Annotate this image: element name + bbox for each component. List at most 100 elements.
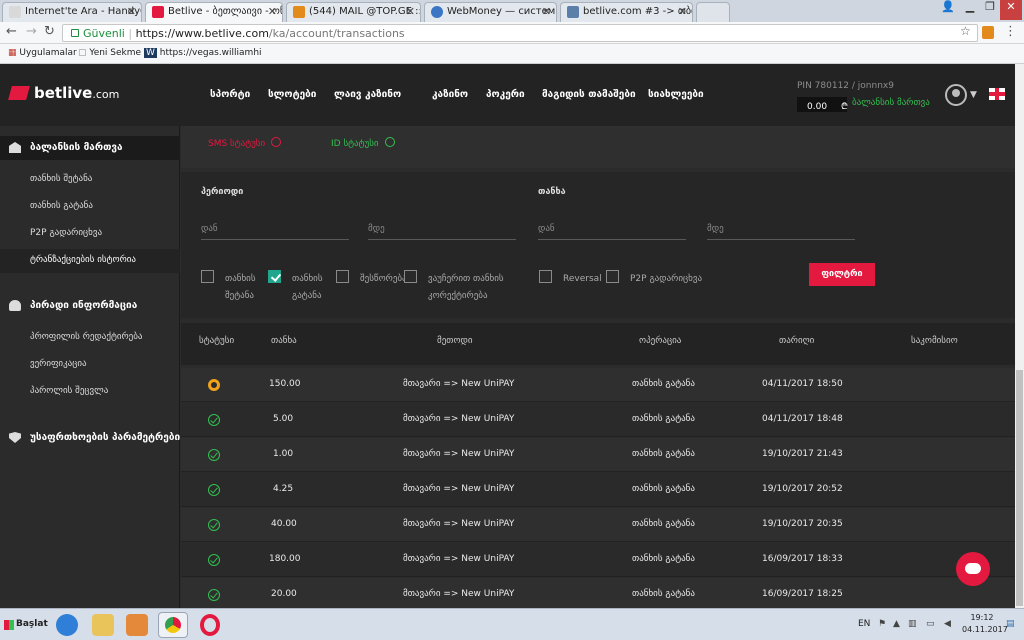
opera-icon[interactable]	[200, 614, 220, 636]
system-clock[interactable]: 19:12 04.11.2017	[962, 612, 1008, 636]
media-player-icon[interactable]	[126, 614, 148, 636]
table-row[interactable]: 40.00 მთავარი => New UniPAY თანხის გატან…	[181, 508, 1015, 542]
chat-bubble-icon[interactable]	[956, 552, 990, 586]
back-arrow-icon[interactable]: ←	[6, 24, 17, 39]
nav-poker[interactable]: პოკერი	[486, 89, 525, 100]
sidebar-item-verification[interactable]: ვერიფიკაცია	[0, 353, 180, 377]
logo-mark-icon	[8, 86, 30, 100]
checkbox-box[interactable]	[539, 270, 552, 283]
user-icon[interactable]: 👤	[936, 0, 960, 20]
currency-symbol: ₾	[841, 102, 848, 112]
cell-operation: თანხის გატანა	[632, 484, 695, 494]
close-tab-icon[interactable]: ✕	[127, 5, 136, 18]
browser-tab-handycafe[interactable]: Internet'te Ara - HandyCafe ✕	[2, 2, 142, 22]
chrome-icon	[165, 617, 181, 633]
sidebar-section-balance[interactable]: ბალანსის მართვა	[0, 136, 180, 160]
browser-tab-forum[interactable]: betlive.com #3 -> თბილის ✕	[560, 2, 693, 22]
sidebar-item-edit-profile[interactable]: პროფილის რედაქტირება	[0, 326, 180, 350]
georgia-flag-icon[interactable]	[989, 88, 1005, 100]
network-icon[interactable]: ▥	[908, 619, 917, 629]
url-input[interactable]: Güvenli | https://www.betlive.com/ka/acc…	[62, 24, 978, 42]
language-indicator[interactable]: EN	[858, 619, 870, 629]
cell-date: 19/10/2017 21:43	[762, 449, 843, 459]
bookmark-new-tab[interactable]: ▢ Yeni Sekme	[78, 48, 141, 58]
amount-to-input[interactable]: მდე	[707, 218, 855, 240]
filter-button[interactable]: ფილტრი	[809, 263, 875, 286]
table-row[interactable]: 180.00 მთავარი => New UniPAY თანხის გატა…	[181, 543, 1015, 577]
close-tab-icon[interactable]: ✕	[542, 5, 551, 18]
bookmark-apps[interactable]: ▦ Uygulamalar	[8, 48, 77, 58]
secure-label: Güvenli	[83, 27, 125, 40]
table-row[interactable]: 20.00 მთავარი => New UniPAY თანხის გატან…	[181, 578, 1015, 608]
close-tab-icon[interactable]: ✕	[678, 5, 687, 18]
volume-icon[interactable]: ◀	[944, 619, 951, 629]
sms-status: SMS სტატუსი	[208, 137, 282, 149]
bookmarks-bar: ▦ Uygulamalar ▢ Yeni Sekme W https://veg…	[0, 44, 1024, 64]
page-scrollbar[interactable]	[1015, 64, 1024, 608]
close-tab-icon[interactable]: ✕	[268, 5, 277, 18]
browser-tab-webmoney[interactable]: WebMoney — система рас ✕	[424, 2, 557, 22]
nav-live-casino[interactable]: ლაივ კაზინო	[334, 89, 401, 100]
menu-dots-icon[interactable]: ⋮	[1004, 24, 1017, 39]
battery-icon[interactable]: ▭	[926, 619, 935, 629]
success-check-icon	[208, 449, 220, 461]
cell-date: 19/10/2017 20:52	[762, 484, 843, 494]
extension-icon[interactable]	[982, 26, 994, 39]
bookmark-vegas[interactable]: W https://vegas.williamhi	[144, 48, 262, 58]
nav-sports[interactable]: სპორტი	[210, 89, 250, 100]
avatar-icon[interactable]	[945, 84, 967, 106]
sidebar-item-deposit[interactable]: თანხის შეტანა	[0, 168, 180, 192]
nav-slots[interactable]: სლოტები	[268, 89, 316, 100]
bookmark-star-icon[interactable]: ☆	[960, 24, 971, 38]
table-row[interactable]: 5.00 მთავარი => New UniPAY თანხის გატანა…	[181, 403, 1015, 437]
minimize-icon[interactable]: ▁	[960, 0, 980, 20]
nav-news[interactable]: სიახლეები	[648, 89, 704, 100]
chrome-taskbar-button[interactable]	[158, 612, 188, 638]
tray-flag-icon[interactable]: ⚑	[878, 619, 886, 629]
table-row[interactable]: 1.00 მთავარი => New UniPAY თანხის გატანა…	[181, 438, 1015, 472]
browser-tab-mail[interactable]: (544) MAIL @TOP.GE :: მ ✕	[286, 2, 421, 22]
cell-operation: თანხის გატანა	[632, 589, 695, 599]
balance-management-link[interactable]: ბალანსის მართვა	[852, 98, 930, 108]
clock-date: 04.11.2017	[962, 625, 1008, 634]
browser-tab-betlive[interactable]: Betlive - ბეთლაივი - ონლ ✕	[145, 2, 283, 22]
internet-explorer-icon[interactable]	[56, 614, 78, 636]
sidebar-item-p2p[interactable]: P2P გადარიცხვა	[0, 222, 180, 246]
sidebar-item-change-password[interactable]: პაროლის შეცვლა	[0, 380, 180, 404]
tray-arrow-icon[interactable]: ▲	[893, 619, 900, 629]
notification-icon[interactable]: ▤	[1006, 619, 1015, 629]
lock-icon	[71, 29, 79, 37]
scrollbar-thumb[interactable]	[1016, 370, 1023, 606]
checkbox-box[interactable]	[606, 270, 619, 283]
checkbox-checked[interactable]	[268, 270, 281, 283]
chevron-down-icon[interactable]: ▼	[970, 90, 977, 100]
checkbox-box[interactable]	[336, 270, 349, 283]
checkbox-box[interactable]	[201, 270, 214, 283]
restore-icon[interactable]: ❐	[980, 0, 1000, 20]
forward-arrow-icon[interactable]: →	[26, 24, 37, 39]
close-tab-icon[interactable]: ✕	[406, 5, 415, 18]
table-row[interactable]: 150.00 მთავარი => New UniPAY თანხის გატა…	[181, 368, 1015, 402]
sidebar-section-personal[interactable]: პირადი ინფორმაცია	[0, 294, 180, 318]
window-close-icon[interactable]: ✕	[1000, 0, 1022, 20]
period-to-input[interactable]: მდე	[368, 218, 516, 240]
file-explorer-icon[interactable]	[92, 614, 114, 636]
sidebar-section-security[interactable]: უსაფრთხოების პარამეტრები	[0, 426, 180, 450]
sidebar-item-transaction-history[interactable]: ტრანზაქციების ისტორია	[0, 249, 180, 273]
user-pin: PIN 780112 / jonnnx9	[797, 81, 894, 91]
pending-status-icon	[208, 379, 220, 391]
new-tab-button[interactable]	[696, 2, 730, 22]
nav-table-games[interactable]: მაგიდის თამაშები	[542, 89, 636, 100]
betlive-logo[interactable]: betlive.com	[8, 84, 119, 102]
windows-taskbar: Başlat EN ⚑ ▲ ▥ ▭ ◀ 19:12 04.11.2017 ▤	[0, 608, 1024, 640]
checkbox-box[interactable]	[404, 270, 417, 283]
nav-casino[interactable]: კაზინო	[432, 89, 468, 100]
reload-icon[interactable]: ↻	[44, 24, 55, 39]
cell-method: მთავარი => New UniPAY	[403, 554, 515, 564]
cell-amount: 5.00	[273, 414, 294, 424]
start-button[interactable]: Başlat	[2, 614, 48, 636]
period-from-input[interactable]: დან	[201, 218, 349, 240]
sidebar-item-withdraw[interactable]: თანხის გატანა	[0, 195, 180, 219]
table-row[interactable]: 4.25 მთავარი => New UniPAY თანხის გატანა…	[181, 473, 1015, 507]
amount-from-input[interactable]: დან	[538, 218, 686, 240]
